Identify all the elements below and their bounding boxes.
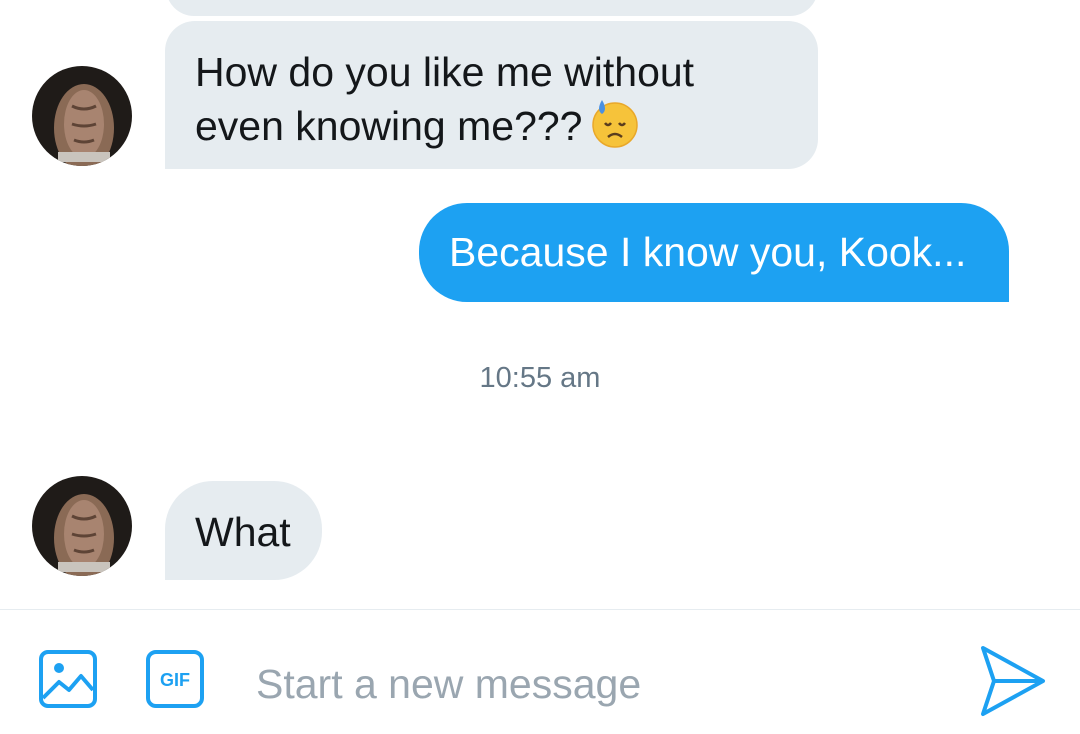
avatar-image bbox=[32, 66, 132, 166]
send-button[interactable] bbox=[978, 644, 1048, 718]
avatar-image bbox=[32, 476, 132, 576]
message-composer: GIF bbox=[0, 609, 1080, 734]
add-gif-button[interactable]: GIF bbox=[146, 650, 204, 708]
downcast-face-with-sweat-icon bbox=[590, 98, 640, 160]
message-text: What bbox=[195, 509, 291, 555]
add-image-button[interactable] bbox=[39, 650, 97, 708]
message-bubble-incoming[interactable]: What bbox=[165, 481, 322, 580]
gif-label: GIF bbox=[160, 670, 190, 690]
dm-conversation-screen: How do you like me without even knowing … bbox=[0, 0, 1080, 734]
message-timestamp: 10:55 am bbox=[479, 362, 601, 394]
message-bubble-incoming[interactable]: How do you like me without even knowing … bbox=[165, 21, 818, 169]
message-text: Because I know you, Kook... bbox=[449, 229, 967, 275]
message-bubble-outgoing[interactable]: Because I know you, Kook... bbox=[419, 203, 1009, 302]
message-input[interactable] bbox=[256, 650, 916, 718]
avatar[interactable] bbox=[32, 66, 132, 166]
send-icon bbox=[981, 646, 1045, 716]
image-icon bbox=[39, 650, 97, 708]
previous-message-bubble bbox=[166, 0, 818, 16]
avatar[interactable] bbox=[32, 476, 132, 576]
gif-icon: GIF bbox=[146, 650, 204, 708]
